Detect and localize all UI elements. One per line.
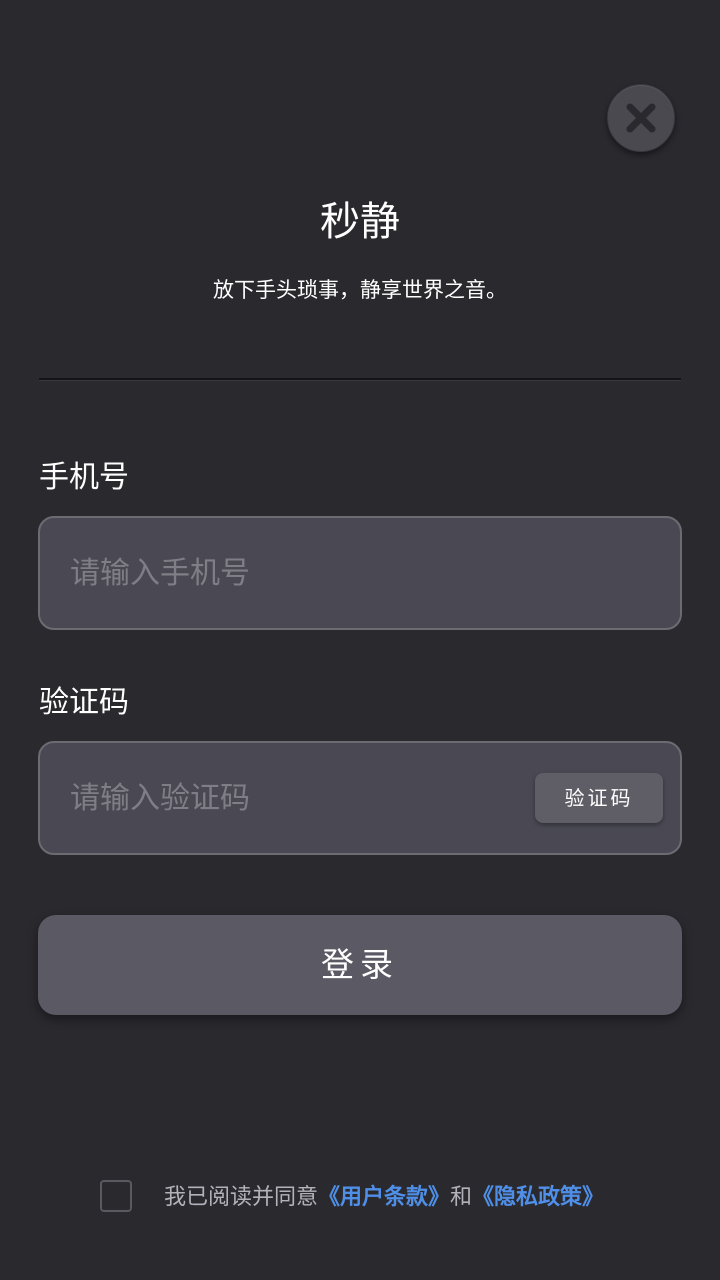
code-input[interactable]	[70, 743, 530, 853]
agreement-checkbox[interactable]	[100, 1180, 132, 1212]
code-field[interactable]: 验证码	[38, 741, 682, 855]
get-code-button[interactable]: 验证码	[535, 773, 663, 823]
agreement-row: 我已阅读并同意《用户条款》和《隐私政策》	[100, 1180, 660, 1216]
agreement-text: 我已阅读并同意《用户条款》和《隐私政策》	[164, 1180, 604, 1216]
close-icon	[626, 103, 656, 133]
privacy-link[interactable]: 《隐私政策》	[472, 1185, 604, 1210]
app-title: 秒静	[320, 199, 400, 245]
code-label: 验证码	[39, 685, 129, 720]
agreement-conjunction: 和	[450, 1185, 473, 1210]
phone-field[interactable]	[38, 516, 682, 630]
app-subtitle: 放下手头琐事，静享世界之音。	[213, 278, 507, 302]
close-button[interactable]	[607, 84, 675, 152]
terms-link[interactable]: 《用户条款》	[318, 1185, 450, 1210]
divider	[39, 378, 681, 381]
login-screen: 秒静 放下手头琐事，静享世界之音。 手机号 验证码 验证码 登录 我已阅读并同意…	[0, 0, 720, 1280]
login-button[interactable]: 登录	[38, 915, 682, 1015]
agreement-prefix: 我已阅读并同意	[164, 1185, 319, 1210]
phone-input[interactable]	[70, 518, 530, 628]
phone-label: 手机号	[39, 460, 129, 495]
